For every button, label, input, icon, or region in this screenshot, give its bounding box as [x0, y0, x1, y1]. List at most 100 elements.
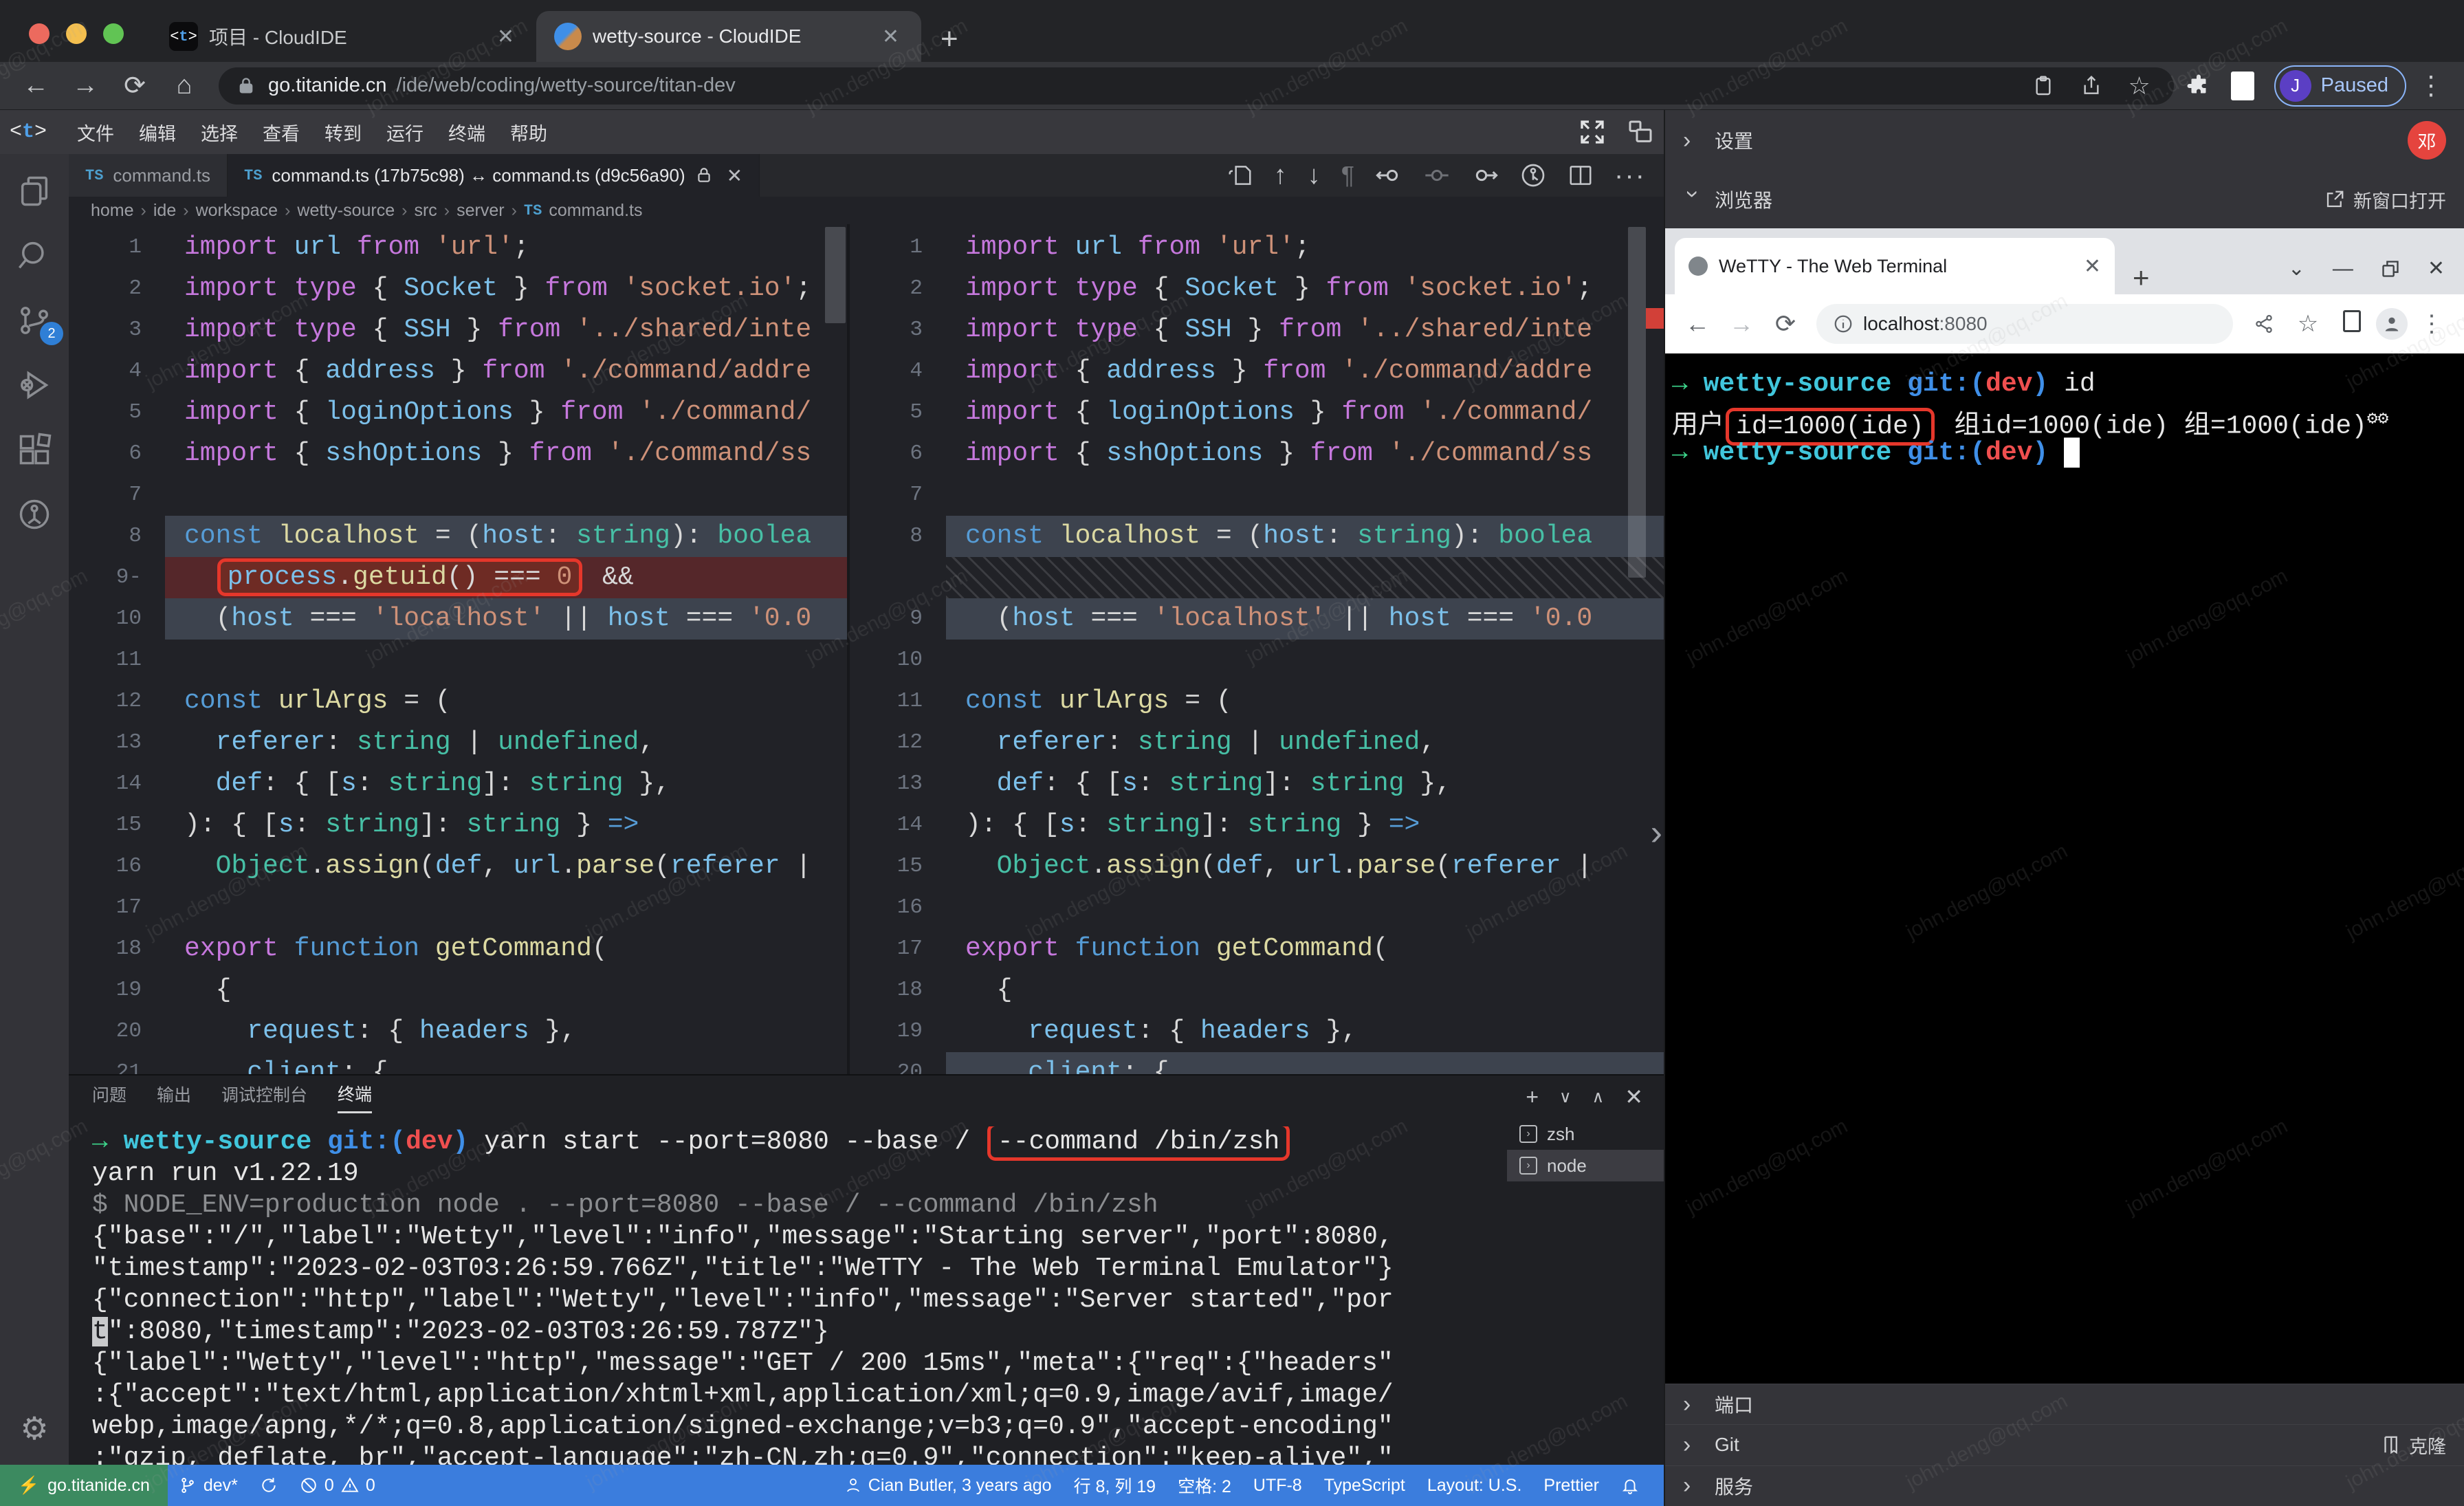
- breadcrumb[interactable]: home›ide›workspace›wetty-source›src›serv…: [69, 197, 1664, 224]
- reload-icon[interactable]: ⟳: [1766, 309, 1805, 338]
- profile-avatar-icon[interactable]: [2376, 308, 2408, 340]
- breadcrumb-item[interactable]: wetty-source: [297, 201, 395, 221]
- menu-item-转到[interactable]: 转到: [312, 118, 374, 150]
- problems-indicator[interactable]: 0 0: [289, 1476, 386, 1496]
- previous-icon[interactable]: ↑: [1274, 161, 1287, 190]
- reload-icon[interactable]: ⟳: [113, 70, 157, 101]
- share-icon[interactable]: [2244, 314, 2284, 334]
- panel-expand-chevron-icon[interactable]: ›: [1651, 812, 1662, 853]
- terminal-instance-zsh[interactable]: ›zsh: [1507, 1118, 1664, 1150]
- split-editor-icon[interactable]: [1568, 162, 1594, 188]
- bookmark-star-icon[interactable]: ☆: [2120, 72, 2159, 100]
- diff-pane-modified[interactable]: 1import url from 'url';2import type { So…: [850, 224, 1664, 1074]
- minimize-window-button[interactable]: [66, 23, 87, 44]
- keyboard-layout[interactable]: Layout: U.S.: [1416, 1476, 1533, 1496]
- language-mode[interactable]: TypeScript: [1313, 1476, 1416, 1496]
- browser-tab-project[interactable]: <t> 项目 - CloudIDE ✕: [151, 11, 536, 62]
- open-new-window-button[interactable]: 新窗口打开: [2324, 186, 2446, 213]
- new-tab-button[interactable]: +: [921, 22, 978, 62]
- minimize-icon[interactable]: —: [2333, 257, 2353, 281]
- encoding[interactable]: UTF-8: [1242, 1476, 1313, 1496]
- close-panel-icon[interactable]: ✕: [1625, 1084, 1643, 1110]
- forward-icon[interactable]: →: [63, 71, 107, 100]
- breadcrumb-file[interactable]: TScommand.ts: [524, 201, 643, 221]
- open-file-icon[interactable]: [1227, 162, 1253, 188]
- terminal-output[interactable]: → wetty-source git:(dev) yarn start --po…: [92, 1126, 1502, 1465]
- diff-pane-original[interactable]: 1import url from 'url';2import type { So…: [69, 224, 847, 1074]
- menu-item-帮助[interactable]: 帮助: [498, 118, 560, 150]
- menu-kebab-icon[interactable]: ⋮: [2412, 310, 2452, 338]
- menu-item-查看[interactable]: 查看: [250, 118, 312, 150]
- next-change-icon[interactable]: [1471, 162, 1499, 189]
- remote-indicator[interactable]: ⚡ go.titanide.cn: [0, 1465, 168, 1506]
- preview-new-tab-icon[interactable]: +: [2133, 261, 2150, 294]
- menu-item-编辑[interactable]: 编辑: [126, 118, 188, 150]
- run-debug-icon[interactable]: [16, 367, 52, 403]
- sync-button[interactable]: [249, 1476, 289, 1494]
- side-panel-icon[interactable]: [2223, 72, 2262, 100]
- more-actions-icon[interactable]: ···: [1614, 160, 1646, 191]
- home-icon[interactable]: ⌂: [162, 71, 206, 100]
- url-bar[interactable]: go.titanide.cn/ide/web/coding/wetty-sour…: [219, 67, 2174, 105]
- breadcrumb-item[interactable]: home: [91, 201, 134, 221]
- clone-button[interactable]: 克隆: [2380, 1432, 2446, 1459]
- timeline-icon[interactable]: [1519, 162, 1547, 189]
- remote-explorer-icon[interactable]: [16, 496, 52, 532]
- close-icon[interactable]: ✕: [2084, 254, 2101, 279]
- section-settings[interactable]: › 设置 邓: [1665, 110, 2464, 171]
- close-icon[interactable]: ✕: [493, 25, 518, 49]
- bookmark-star-icon[interactable]: ☆: [2288, 310, 2328, 338]
- restore-icon[interactable]: [2381, 259, 2400, 279]
- section-ports[interactable]: › 端口: [1665, 1384, 2464, 1424]
- layout-windows-icon[interactable]: [1627, 118, 1654, 146]
- panel-tab-问题[interactable]: 问题: [92, 1082, 126, 1112]
- scrollbar-thumb[interactable]: [825, 227, 846, 323]
- close-icon[interactable]: ✕: [723, 164, 742, 187]
- forward-icon[interactable]: →: [1722, 309, 1761, 338]
- section-services[interactable]: › 服务: [1665, 1465, 2464, 1506]
- prev-change-icon[interactable]: [1375, 162, 1402, 189]
- wetty-terminal[interactable]: → wetty-source git:(dev) id用户id=1000(ide…: [1665, 353, 2464, 1384]
- panel-tab-终端[interactable]: 终端: [338, 1081, 372, 1113]
- breadcrumb-item[interactable]: ide: [153, 201, 176, 221]
- extensions-icon[interactable]: [16, 432, 52, 468]
- terminal-dropdown-icon[interactable]: ∨: [1559, 1087, 1572, 1107]
- maximize-panel-icon[interactable]: ∧: [1592, 1087, 1605, 1107]
- save-clipboard-icon[interactable]: [2024, 75, 2062, 97]
- info-icon[interactable]: [1833, 314, 1854, 334]
- branch-indicator[interactable]: dev*: [168, 1476, 249, 1496]
- cursor-position[interactable]: 行 8, 列 19: [1063, 1473, 1167, 1498]
- notifications-bell[interactable]: [1610, 1476, 1650, 1494]
- panel-tab-调试控制台[interactable]: 调试控制台: [221, 1082, 307, 1112]
- close-icon[interactable]: ✕: [878, 25, 903, 49]
- fullscreen-icon[interactable]: [1578, 118, 1606, 146]
- explorer-icon[interactable]: [16, 173, 52, 209]
- section-browser[interactable]: › 浏览器 新窗口打开: [1665, 171, 2464, 228]
- search-icon[interactable]: [16, 238, 52, 274]
- terminal-instance-node[interactable]: ›node: [1507, 1150, 1664, 1181]
- browser-tab-wetty-source[interactable]: wetty-source - CloudIDE ✕: [536, 11, 921, 62]
- change-dot-icon[interactable]: [1423, 162, 1451, 189]
- tab-command-ts[interactable]: TS command.ts: [69, 154, 228, 197]
- tab-command-diff[interactable]: TS command.ts (17b75c98) ↔ command.ts (d…: [228, 154, 760, 197]
- menu-item-运行[interactable]: 运行: [374, 118, 436, 150]
- browser-menu-kebab-icon[interactable]: ⋮: [2412, 70, 2450, 101]
- maximize-window-button[interactable]: [103, 23, 124, 44]
- scrollbar-thumb[interactable]: [1628, 227, 1646, 578]
- section-git[interactable]: › Git 克隆: [1665, 1424, 2464, 1465]
- user-avatar[interactable]: 邓: [2408, 121, 2446, 160]
- breadcrumb-item[interactable]: src: [414, 201, 437, 221]
- close-icon[interactable]: ✕: [2428, 257, 2445, 281]
- extensions-puzzle-icon[interactable]: [2179, 74, 2218, 98]
- next-icon[interactable]: ↓: [1308, 161, 1321, 190]
- share-icon[interactable]: [2072, 75, 2111, 97]
- preview-url-bar[interactable]: localhost:8080: [1816, 304, 2233, 344]
- macos-window-controls[interactable]: [0, 23, 151, 62]
- breadcrumb-item[interactable]: workspace: [196, 201, 278, 221]
- pilcrow-whitespace-icon[interactable]: ¶: [1341, 161, 1354, 190]
- menu-item-终端[interactable]: 终端: [436, 118, 498, 150]
- preview-tab[interactable]: WeTTY - The Web Terminal ✕: [1675, 238, 2115, 294]
- menu-item-文件[interactable]: 文件: [65, 118, 126, 150]
- back-icon[interactable]: ←: [1678, 309, 1717, 338]
- git-blame[interactable]: Cian Butler, 3 years ago: [834, 1476, 1063, 1496]
